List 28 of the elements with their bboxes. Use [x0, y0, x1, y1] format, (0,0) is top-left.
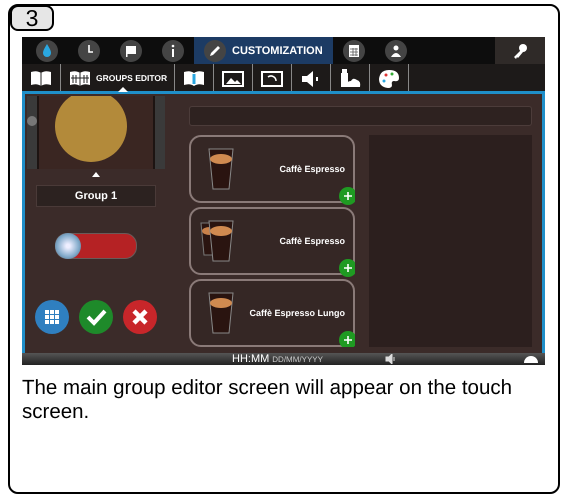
- drink-card[interactable]: Caffè Espresso Lungo: [189, 279, 355, 347]
- clock-icon: [78, 40, 100, 62]
- drink-card[interactable]: Caffè Espresso: [189, 135, 355, 203]
- info-icon: [162, 40, 184, 62]
- submenu-tab[interactable]: GROUPS EDITOR: [61, 64, 176, 91]
- drink-card[interactable]: Caffè Espresso: [189, 207, 355, 275]
- flag-icon: [120, 40, 142, 62]
- add-icon[interactable]: [339, 331, 355, 347]
- speaker-icon[interactable]: [384, 354, 397, 364]
- settings-tab[interactable]: [495, 37, 545, 64]
- step-number: 3: [10, 5, 54, 31]
- dome-icon[interactable]: [523, 354, 539, 364]
- confirm-button[interactable]: [78, 299, 114, 335]
- person-icon: [384, 40, 407, 62]
- menu-tab[interactable]: CUSTOMIZATION: [194, 37, 333, 64]
- date-text: DD/MM/YYYY: [272, 354, 323, 364]
- add-icon[interactable]: [339, 187, 355, 205]
- caret-icon: [90, 171, 102, 177]
- toggle-switch[interactable]: [55, 233, 137, 259]
- clock-text: HH:MM: [232, 353, 270, 365]
- pencil-icon: [204, 40, 226, 62]
- keypad-icon: [342, 40, 365, 62]
- add-icon[interactable]: [339, 259, 355, 277]
- group-name: Group 1: [36, 185, 156, 207]
- drop-icon: [36, 40, 58, 62]
- cancel-button[interactable]: [122, 299, 158, 335]
- menu-button[interactable]: [34, 299, 70, 335]
- caption-text: The main group editor screen will appear on the touch screen.: [22, 376, 514, 424]
